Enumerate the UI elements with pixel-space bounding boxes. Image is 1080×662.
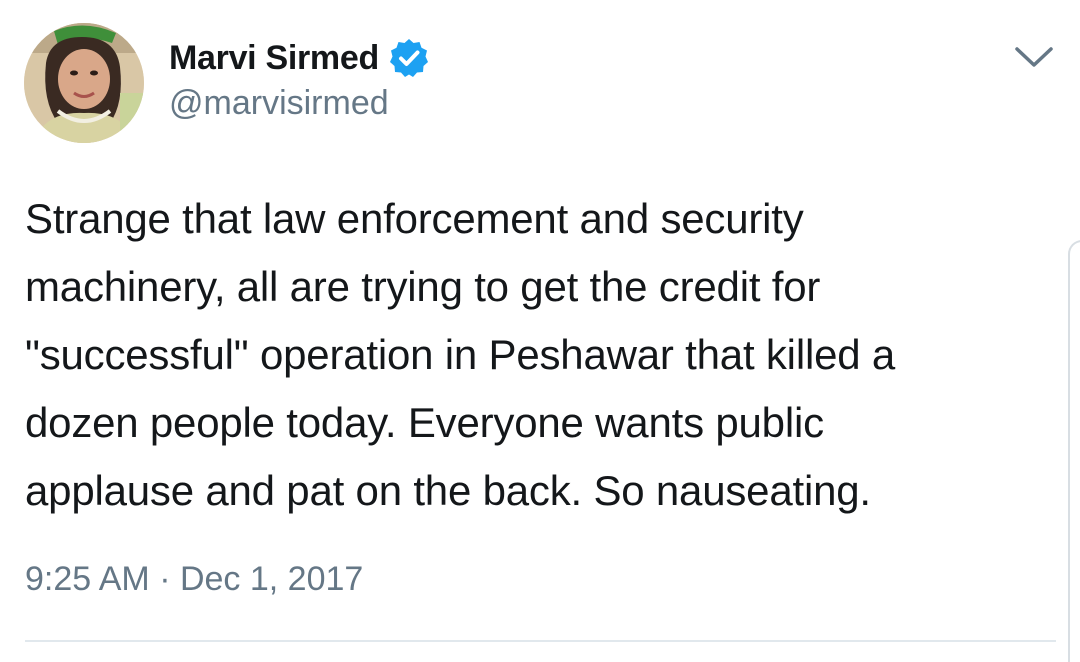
tweet-card: Marvi Sirmed @marvisirmed Strange that l… [0, 0, 1080, 662]
chevron-down-icon[interactable] [1012, 40, 1056, 76]
tweet-timestamp[interactable]: 9:25 AM · Dec 1, 2017 [25, 560, 363, 599]
avatar[interactable] [24, 23, 144, 143]
author-name-row[interactable]: Marvi Sirmed [169, 36, 430, 80]
tweet-text: Strange that law enforcement and securit… [25, 195, 896, 514]
display-name[interactable]: Marvi Sirmed [169, 39, 379, 78]
divider [25, 640, 1056, 642]
adjacent-card-edge [1068, 240, 1080, 662]
verified-badge-icon [388, 37, 430, 79]
avatar-image [24, 23, 144, 143]
user-handle[interactable]: @marvisirmed [169, 84, 389, 123]
